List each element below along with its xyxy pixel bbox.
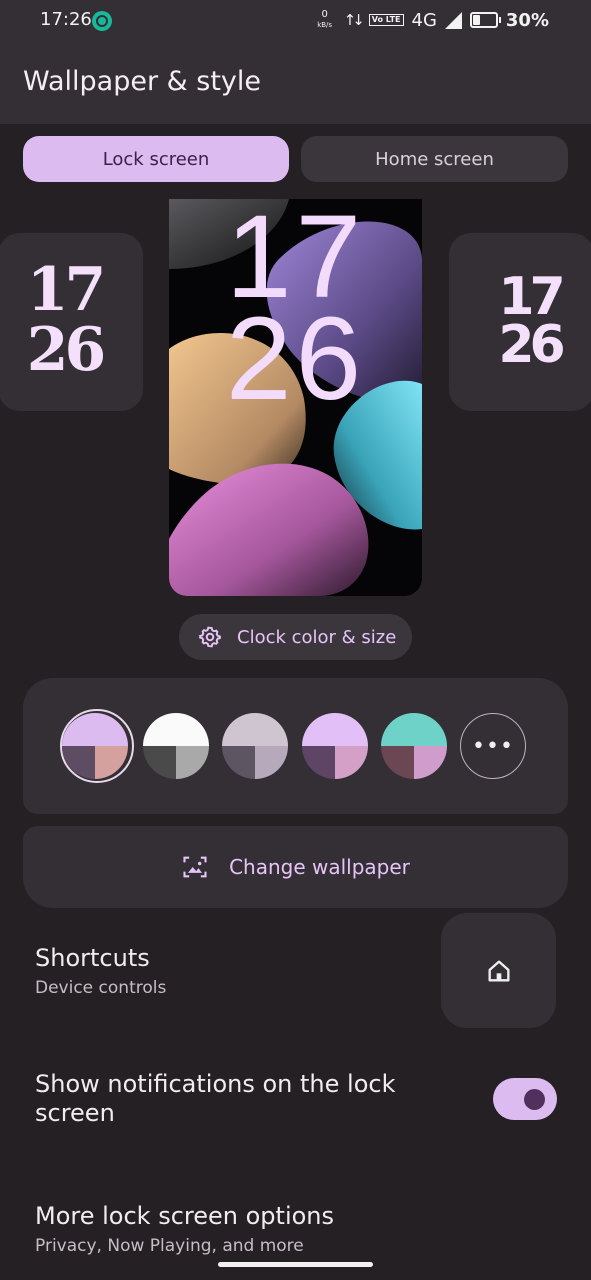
clock-hours: 17 [26,255,107,325]
signal-icon [444,11,462,29]
swatch-quadrant [176,746,209,779]
swatch-quadrant [302,746,335,779]
swatch-quadrant [143,713,209,746]
swatch-quadrant [302,713,368,746]
data-speed: 0 kB/s [314,10,336,30]
color-swatch[interactable] [381,713,447,779]
data-speed-value: 0 [321,9,328,20]
clock-style-serif[interactable]: 17 26 [0,233,143,411]
color-swatch[interactable] [62,713,128,779]
shortcut-tile[interactable] [441,913,556,1028]
shortcuts-subtitle: Device controls [35,978,167,998]
toggle-knob [524,1089,545,1110]
clock-color-size-button[interactable]: Clock color & size [179,614,412,660]
home-icon [488,960,509,981]
preview-clock-minutes: 26 [225,293,366,425]
gear-icon [199,626,221,648]
battery-percent: 30% [505,9,549,31]
data-speed-unit: kB/s [317,21,333,29]
preview-clock-hours: 17 [225,199,366,323]
color-swatch[interactable] [222,713,288,779]
notification-app-icon [92,11,112,31]
change-wallpaper-button[interactable]: Change wallpaper [23,826,568,908]
swatch-quadrant [414,746,447,779]
swatch-quadrant [381,746,414,779]
more-lock-screen-options-subtitle: Privacy, Now Playing, and more [35,1236,304,1256]
clock-minutes: 26 [26,315,107,385]
lock-screen-preview[interactable]: 17 26 [169,199,422,596]
clock-minutes: 26 [498,315,565,375]
gesture-handle[interactable] [218,1262,373,1267]
status-time: 17:26 [40,9,92,30]
color-swatch[interactable] [143,713,209,779]
page-title: Wallpaper & style [23,66,262,97]
network-type: 4G [411,9,437,31]
swatch-quadrant [381,713,447,746]
show-notifications-title[interactable]: Show notifications on the lock screen [35,1070,455,1128]
battery-icon [469,12,501,28]
swatch-quadrant [95,746,128,779]
data-arrows-icon: ↑↓ [343,11,365,29]
swatch-quadrant [255,746,288,779]
tab-lock-screen[interactable]: Lock screen [23,136,289,182]
swatch-quadrant [62,713,128,746]
swatch-quadrant [335,746,368,779]
more-lock-screen-options-title[interactable]: More lock screen options [35,1202,334,1230]
color-swatch[interactable] [302,713,368,779]
clock-style-bold[interactable]: 17 26 [449,233,591,411]
volte-badge: Vo LTE [368,14,404,26]
status-icons: 0 kB/s ↑↓ Vo LTE 4G 30% [314,7,549,33]
swatch-quadrant [62,746,95,779]
more-horizontal-icon[interactable]: ••• [460,713,526,779]
swatch-quadrant [222,713,288,746]
clock-color-size-label: Clock color & size [237,626,397,648]
tab-home-screen[interactable]: Home screen [301,136,568,182]
change-wallpaper-label: Change wallpaper [229,855,410,879]
swatch-quadrant [222,746,255,779]
wallpaper-icon [183,856,207,878]
swatch-quadrant [143,746,176,779]
shortcuts-title[interactable]: Shortcuts [35,944,150,972]
clock-hours: 17 [498,267,565,327]
